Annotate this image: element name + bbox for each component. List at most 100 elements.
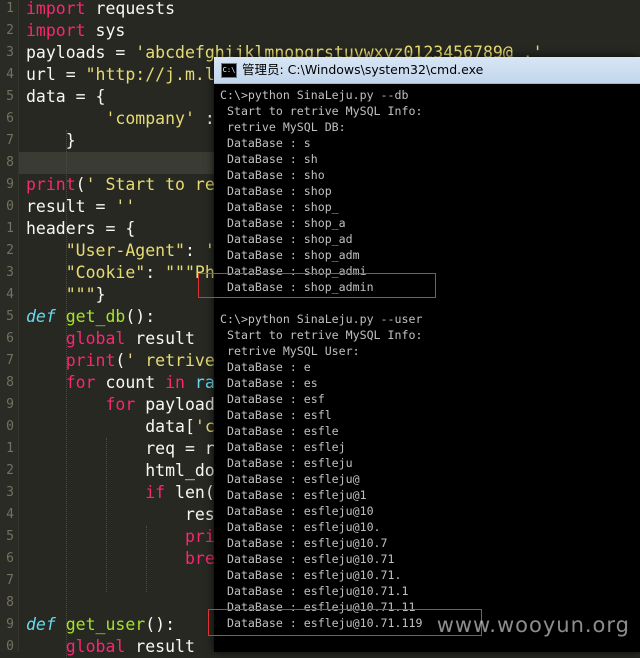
code-token: count xyxy=(95,373,166,392)
code-line[interactable]: 'company' : xyxy=(26,108,214,130)
code-token: ( xyxy=(115,351,126,370)
cmd-app-icon: C:\ xyxy=(221,63,237,78)
line-number: 3 xyxy=(6,485,14,500)
code-token: ra xyxy=(184,373,215,392)
code-token: requests xyxy=(85,0,176,18)
line-number: 9 xyxy=(6,617,14,632)
code-line[interactable]: res xyxy=(26,504,215,526)
code-line[interactable]: data['c xyxy=(26,416,215,438)
console-line: DataBase : es xyxy=(220,376,318,390)
code-line[interactable]: "User-Agent": ' xyxy=(26,240,215,262)
code-line[interactable]: for count in ra xyxy=(26,372,215,394)
line-number: 6 xyxy=(6,111,14,126)
line-number: 3 xyxy=(6,265,14,280)
code-token: result = xyxy=(26,197,116,216)
code-token: payloads = xyxy=(26,43,136,62)
console-line: DataBase : shop_ xyxy=(220,200,339,214)
code-token: headers = { xyxy=(26,219,136,238)
code-line[interactable]: headers = { xyxy=(26,218,135,240)
line-number: 7 xyxy=(6,353,14,368)
code-line[interactable]: def get_db(): xyxy=(26,306,155,328)
code-line[interactable]: } xyxy=(26,130,76,152)
code-line[interactable]: result = '' xyxy=(26,196,135,218)
line-number: 0 xyxy=(6,639,14,654)
line-number: 5 xyxy=(6,309,14,324)
console-line: Start to retrive MySQL Info: xyxy=(220,328,423,342)
code-line[interactable]: if len( xyxy=(26,482,215,504)
line-number: 5 xyxy=(6,89,14,104)
line-number: 1 xyxy=(6,1,14,16)
console-line: DataBase : esfle xyxy=(220,424,339,438)
console-line: DataBase : shop_ad xyxy=(220,232,353,246)
console-output[interactable]: C:\>python SinaLeju.py --db Start to ret… xyxy=(214,84,640,652)
line-number: 4 xyxy=(6,287,14,302)
line-number: 7 xyxy=(6,133,14,148)
line-number: 7 xyxy=(6,573,14,588)
watermark: www.wooyun.org xyxy=(436,613,630,637)
console-line: DataBase : esfleju@10.7 xyxy=(220,536,388,550)
code-line[interactable]: for payload xyxy=(26,394,215,416)
code-line[interactable]: import requests xyxy=(26,0,175,20)
code-token: in xyxy=(165,373,185,392)
code-line[interactable]: global result xyxy=(26,328,195,350)
code-token: result xyxy=(125,637,195,656)
code-line[interactable]: print(' Start to re xyxy=(26,174,215,196)
console-line: DataBase : esfleju@ xyxy=(220,472,360,486)
code-line[interactable]: print(' retrive xyxy=(26,350,215,372)
code-token: for xyxy=(65,373,96,392)
code-token: print xyxy=(65,351,116,370)
console-line: retrive MySQL DB: xyxy=(220,120,346,134)
code-line[interactable]: import sys xyxy=(26,20,125,42)
code-token: res xyxy=(26,505,215,524)
code-line[interactable]: url = "http://j.m.l xyxy=(26,64,215,86)
console-line: DataBase : esfleju@10 xyxy=(220,504,374,518)
code-line[interactable]: global result xyxy=(26,636,195,658)
code-token: if xyxy=(145,483,166,502)
code-line[interactable]: "Cookie": """Ph xyxy=(26,262,215,284)
cmd-window-title: 管理员: C:\Windows\system32\cmd.exe xyxy=(242,62,484,77)
code-token: get_user xyxy=(65,615,146,634)
line-number: 3 xyxy=(6,45,14,60)
console-line: DataBase : s xyxy=(220,136,311,150)
code-line[interactable]: """} xyxy=(26,284,106,306)
code-token: bre xyxy=(184,549,215,568)
code-token: result xyxy=(125,329,195,348)
cmd-window[interactable]: C:\ 管理员: C:\Windows\system32\cmd.exe C:\… xyxy=(198,57,640,652)
line-number: 1 xyxy=(6,221,14,236)
code-line[interactable]: req = r xyxy=(26,438,215,460)
code-token: payload xyxy=(135,395,215,414)
code-token: global xyxy=(65,329,126,348)
code-line[interactable]: pri xyxy=(26,526,215,548)
console-line: Start to retrive MySQL Info: xyxy=(220,104,423,118)
code-token: get_db xyxy=(65,307,126,326)
code-token: import xyxy=(26,0,86,18)
code-line[interactable]: html_do xyxy=(26,460,215,482)
code-token: 'c xyxy=(194,417,215,436)
code-token: "Cookie" xyxy=(65,263,146,282)
line-number: 2 xyxy=(6,243,14,258)
code-line[interactable]: bre xyxy=(26,548,215,570)
line-number: 2 xyxy=(6,463,14,478)
console-line: DataBase : sh xyxy=(220,152,318,166)
console-line: DataBase : esfleju@10.71 xyxy=(220,552,395,566)
line-number: 8 xyxy=(6,155,14,170)
code-token: ( xyxy=(75,175,86,194)
line-number: 8 xyxy=(6,375,14,390)
code-token: "User-Agent" xyxy=(65,241,185,260)
line-number: 9 xyxy=(6,397,14,412)
code-line[interactable]: def get_user(): xyxy=(26,614,175,636)
cmd-titlebar[interactable]: C:\ 管理员: C:\Windows\system32\cmd.exe xyxy=(214,57,640,84)
line-number: 4 xyxy=(6,67,14,82)
code-token: import xyxy=(26,21,86,40)
code-line[interactable]: data = { xyxy=(26,86,105,108)
console-line: DataBase : esflej xyxy=(220,440,346,454)
line-number: 0 xyxy=(6,199,14,214)
code-token: pri xyxy=(184,527,215,546)
console-line: DataBase : esfleju@1 xyxy=(220,488,367,502)
code-token: print xyxy=(26,175,76,194)
